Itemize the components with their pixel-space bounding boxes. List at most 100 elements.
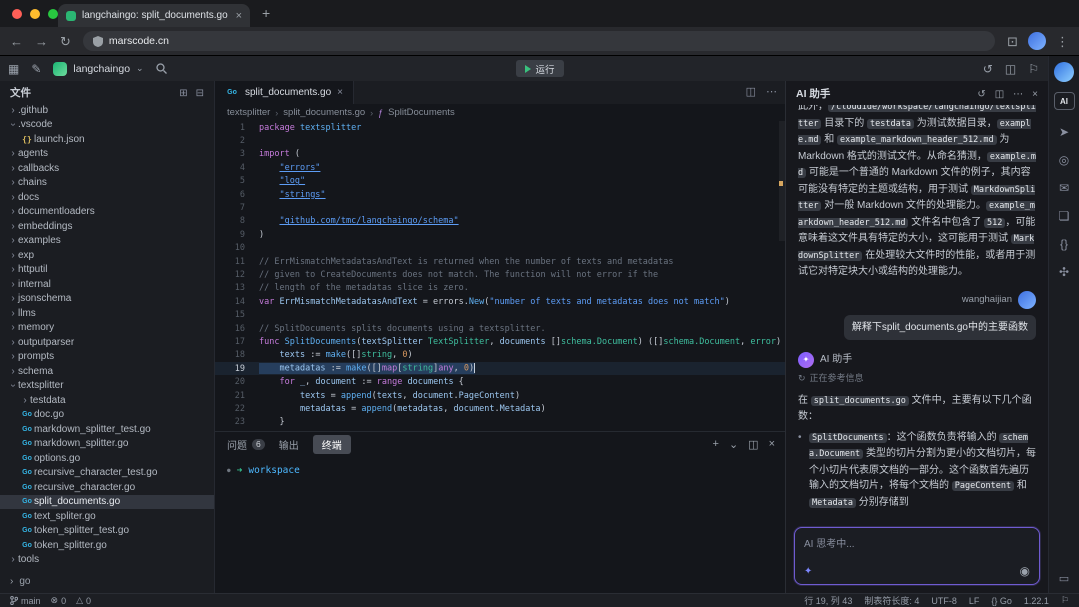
minimize-window-icon[interactable] (30, 9, 40, 19)
code-line[interactable]: 21 texts = append(texts, document.PageCo… (215, 389, 785, 402)
tree-folder[interactable]: ›httputil (0, 263, 214, 278)
editor-tab[interactable]: Go split_documents.go × (215, 81, 354, 104)
app-grid-icon[interactable]: ▦ (8, 62, 19, 76)
warnings-indicator[interactable]: △ 0 (76, 595, 91, 606)
layout-icon[interactable]: ◫ (1005, 62, 1016, 76)
tree-folder[interactable]: ›tools (0, 553, 214, 568)
terminal-dropdown-icon[interactable]: ⌄ (729, 438, 738, 451)
tree-folder[interactable]: ›testdata (0, 393, 214, 408)
code-line[interactable]: 17func SplitDocuments(textSplitter TextS… (215, 335, 785, 348)
code-line[interactable]: 2 (215, 134, 785, 147)
tree-folder[interactable]: ›callbacks (0, 161, 214, 176)
history-icon[interactable]: ↺ (983, 62, 993, 76)
status-item[interactable]: UTF-8 (931, 596, 957, 606)
user-question[interactable]: 解释下split_documents.go中的主要函数 (844, 315, 1036, 341)
tree-folder[interactable]: ›chains (0, 176, 214, 191)
tree-file[interactable]: Gotoken_splitter_test.go (0, 524, 214, 539)
close-tab-icon[interactable]: × (337, 87, 343, 98)
code-line[interactable]: 22 metadatas = append(metadatas, documen… (215, 402, 785, 415)
code-line[interactable]: 9) (215, 228, 785, 241)
code-line[interactable]: 18 texts := make([]string, 0) (215, 349, 785, 362)
code-line[interactable]: 4 "errors" (215, 161, 785, 174)
address-bar[interactable]: marscode.cn (83, 31, 995, 51)
tree-file[interactable]: Gomarkdown_splitter_test.go (0, 422, 214, 437)
ai-input[interactable]: AI 思考中... ✦ ◉ (794, 527, 1040, 585)
history-icon[interactable]: ↺ (977, 89, 985, 100)
screen-icon[interactable]: ▭ (1059, 573, 1069, 585)
tree-file[interactable]: Gotoken_splitter.go (0, 538, 214, 553)
code-line[interactable]: 23 } (215, 416, 785, 429)
code-editor[interactable]: 1package textsplitter23import (4 "errors… (215, 121, 785, 431)
close-panel-icon[interactable]: × (769, 438, 775, 450)
errors-indicator[interactable]: ⊗ 0 (51, 595, 67, 606)
tree-file[interactable]: Gorecursive_character.go (0, 480, 214, 495)
tree-folder[interactable]: ›jsonschema (0, 292, 214, 307)
tree-file[interactable]: Gotext_spliter.go (0, 509, 214, 524)
tree-folder[interactable]: ›textsplitter (0, 379, 214, 394)
close-window-icon[interactable] (12, 9, 22, 19)
panel-tab-输出[interactable]: 输出 (279, 437, 299, 452)
tree-file[interactable]: Gosplit_documents.go (0, 495, 214, 510)
lab-icon[interactable]: ✣ (1059, 266, 1069, 278)
tree-folder[interactable]: ›embeddings (0, 219, 214, 234)
tools-icon[interactable]: ✎ (31, 62, 41, 76)
back-icon[interactable]: ← (10, 35, 23, 48)
new-file-icon[interactable]: ⊞ (179, 88, 187, 99)
panel-tab-终端[interactable]: 终端 (313, 435, 351, 454)
notifications-bell-icon[interactable]: ⚐ (1061, 595, 1069, 606)
status-item[interactable]: LF (969, 596, 980, 606)
code-line[interactable]: 10 (215, 242, 785, 255)
code-line[interactable]: 11// ErrMismatchMetadatasAndText is retu… (215, 255, 785, 268)
tree-file[interactable]: Godoc.go (0, 408, 214, 423)
tree-folder[interactable]: ›docs (0, 190, 214, 205)
code-line[interactable]: 14var ErrMismatchMetadatasAndText = erro… (215, 295, 785, 308)
tree-folder[interactable]: ›prompts (0, 350, 214, 365)
docs-icon[interactable]: ❏ (1059, 210, 1070, 222)
more-actions-icon[interactable]: ⋯ (766, 85, 777, 98)
breadcrumb-item[interactable]: SplitDocuments (388, 107, 455, 118)
browser-tab[interactable]: langchaingo: split_documents.go × (58, 4, 250, 27)
project-switcher[interactable]: langchaingo ⌄ (53, 62, 143, 76)
branch-indicator[interactable]: main (10, 596, 41, 606)
code-line[interactable]: 20 for _, document := range documents { (215, 375, 785, 388)
new-terminal-icon[interactable]: + (713, 438, 719, 450)
user-avatar[interactable] (1054, 62, 1074, 82)
code-line[interactable]: 8 "github.com/tmc/langchaingo/schema" (215, 215, 785, 228)
browser-menu-icon[interactable]: ⋮ (1056, 35, 1069, 48)
breadcrumb[interactable]: textsplitter›split_documents.go›ƒSplitDo… (215, 104, 785, 121)
site-info-icon[interactable] (93, 36, 103, 47)
code-line[interactable]: 12// given to CreateDocuments does not m… (215, 268, 785, 281)
tree-file[interactable]: Gomarkdown_splitter.go (0, 437, 214, 452)
panel-tab-问题[interactable]: 问题6 (227, 437, 265, 452)
braces-icon[interactable]: {} (1060, 238, 1068, 250)
breadcrumb-item[interactable]: textsplitter (227, 107, 270, 118)
code-line[interactable]: 5 "log" (215, 175, 785, 188)
code-line[interactable]: 15 (215, 308, 785, 321)
notifications-icon[interactable]: ⚐ (1028, 62, 1039, 76)
tree-folder[interactable]: ›exp (0, 248, 214, 263)
tree-folder[interactable]: ›memory (0, 321, 214, 336)
tree-folder[interactable]: ›outputparser (0, 335, 214, 350)
tree-folder[interactable]: ›examples (0, 234, 214, 249)
code-line[interactable]: 3import ( (215, 148, 785, 161)
forward-icon[interactable]: → (35, 35, 48, 48)
ai-assistant-badge[interactable]: AI (1054, 92, 1075, 110)
open-in-editor-icon[interactable]: ◫ (995, 89, 1004, 100)
code-line[interactable]: 7 (215, 201, 785, 214)
tree-folder[interactable]: ›internal (0, 277, 214, 292)
debug-icon[interactable]: ◎ (1059, 154, 1069, 166)
pointer-icon[interactable]: ➤ (1059, 126, 1069, 138)
search-icon[interactable] (156, 63, 167, 74)
status-item[interactable]: 1.22.1 (1024, 596, 1049, 606)
code-line[interactable]: 13// length of the metadatas slice is ze… (215, 282, 785, 295)
new-tab-icon[interactable]: + (262, 5, 270, 21)
browser-profile-avatar[interactable] (1028, 32, 1046, 50)
tree-folder[interactable]: ›.github (0, 103, 214, 118)
sparkle-icon[interactable]: ✦ (804, 566, 812, 577)
stop-generating-icon[interactable]: ◉ (1020, 564, 1030, 578)
status-item[interactable]: 制表符长度: 4 (864, 594, 919, 607)
tree-folder[interactable]: ›documentloaders (0, 205, 214, 220)
close-tab-icon[interactable]: × (236, 10, 242, 22)
tree-folder[interactable]: ›agents (0, 147, 214, 162)
code-line[interactable]: 6 "strings" (215, 188, 785, 201)
